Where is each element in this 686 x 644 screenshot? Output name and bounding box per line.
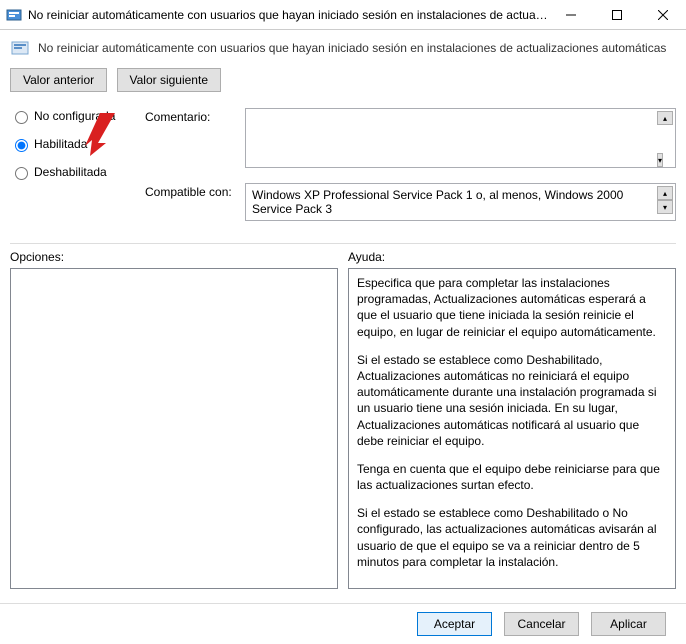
help-paragraph: Si el estado se establece como Deshabili… [357, 352, 667, 449]
maximize-button[interactable] [594, 0, 640, 30]
prev-setting-button[interactable]: Valor anterior [10, 68, 107, 92]
compat-scroll-up[interactable]: ▴ [657, 186, 673, 200]
radio-disabled[interactable]: Deshabilitada [10, 164, 125, 180]
help-panel[interactable]: Especifica que para completar las instal… [348, 268, 676, 589]
window-title: No reiniciar automáticamente con usuario… [28, 8, 548, 22]
close-button[interactable] [640, 0, 686, 30]
radio-disabled-input[interactable] [15, 167, 28, 180]
dialog-footer: Aceptar Cancelar Aplicar [0, 603, 686, 644]
app-icon [6, 7, 22, 23]
titlebar: No reiniciar automáticamente con usuario… [0, 0, 686, 30]
policy-title: No reiniciar automáticamente con usuario… [38, 41, 666, 55]
comment-scroll-up[interactable]: ▴ [657, 111, 673, 125]
divider [10, 243, 676, 244]
nav-buttons: Valor anterior Valor siguiente [10, 68, 676, 92]
radio-not-configured-label: No configurada [34, 109, 115, 123]
radio-not-configured-input[interactable] [15, 111, 28, 124]
options-label: Opciones: [10, 250, 338, 264]
options-panel [10, 268, 338, 589]
radio-enabled-label: Habilitada [34, 137, 87, 151]
minimize-button[interactable] [548, 0, 594, 30]
policy-icon [10, 38, 30, 58]
window-controls [548, 0, 686, 30]
help-label: Ayuda: [348, 250, 676, 264]
comment-textarea[interactable] [245, 108, 676, 168]
comment-scroll-down[interactable]: ▾ [657, 153, 663, 167]
help-paragraph: Si el estado se establece como Deshabili… [357, 505, 667, 570]
compat-scroll-down[interactable]: ▾ [657, 200, 673, 214]
cancel-button[interactable]: Cancelar [504, 612, 579, 636]
ok-button[interactable]: Aceptar [417, 612, 492, 636]
comment-label: Comentario: [145, 108, 245, 124]
radio-disabled-label: Deshabilitada [34, 165, 107, 179]
compat-label: Compatible con: [145, 183, 245, 199]
state-radio-group: No configurada Habilitada Deshabilitada [10, 108, 125, 233]
compat-value: Windows XP Professional Service Pack 1 o… [252, 188, 623, 216]
help-paragraph: Tenga en cuenta que el equipo debe reini… [357, 461, 667, 493]
apply-button[interactable]: Aplicar [591, 612, 666, 636]
radio-enabled-input[interactable] [15, 139, 28, 152]
next-setting-button[interactable]: Valor siguiente [117, 68, 222, 92]
policy-header: No reiniciar automáticamente con usuario… [10, 38, 676, 58]
help-paragraph: Especifica que para completar las instal… [357, 275, 667, 340]
radio-enabled[interactable]: Habilitada [10, 136, 125, 152]
radio-not-configured[interactable]: No configurada [10, 108, 125, 124]
compat-box: Windows XP Professional Service Pack 1 o… [245, 183, 676, 221]
